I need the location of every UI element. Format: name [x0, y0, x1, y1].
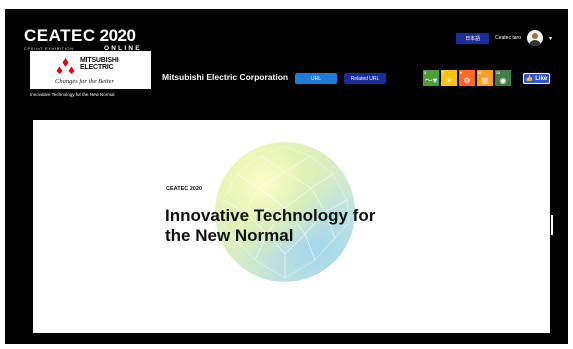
user-avatar-icon[interactable] [526, 30, 543, 46]
company-slogan: Changes for the Better [55, 78, 115, 85]
scrollbar[interactable] [551, 215, 553, 235]
sdg-7-icon: 7 ☀ [441, 70, 457, 86]
company-logo: MITSUBISHI ELECTRIC Changes for the Bett… [30, 51, 151, 89]
hero-headline: Innovative Technology for the New Normal [165, 206, 375, 246]
exhibitor-tagline: Innovative Technology for the New Normal [30, 92, 115, 97]
sdg-13-icon: 13 ◉ [495, 70, 511, 86]
company-logo-name: MITSUBISHI ELECTRIC [80, 57, 119, 71]
user-area: 日本語 Ceatec taro ▾ [456, 30, 552, 46]
sdg-3-icon: 3 〜♥ [423, 70, 439, 86]
like-button[interactable]: 👍 Like [523, 73, 550, 84]
hero-eyebrow: CEATEC 2020 [166, 186, 202, 192]
logo-year: 2020 [99, 26, 136, 45]
like-label: Like [535, 75, 548, 82]
hero-headline-line1: Innovative Technology for [165, 206, 376, 225]
url-button[interactable]: URL [295, 73, 337, 84]
three-diamonds-icon [56, 58, 75, 74]
user-name[interactable]: Ceatec taro [495, 35, 521, 41]
hero-banner: CEATEC 2020 Innovative Technology for th… [33, 120, 550, 333]
sdg-9-icon: 9 ⚙ [459, 70, 475, 86]
related-url-button[interactable]: Related URL [344, 73, 386, 84]
chevron-down-icon[interactable]: ▾ [549, 35, 552, 42]
company-name: Mitsubishi Electric Corporation [162, 72, 289, 82]
language-button[interactable]: 日本語 [456, 32, 490, 44]
logo-title: CEATEC [24, 26, 96, 45]
ceatec-logo[interactable]: CEATEC 2020 CPS/IoT EXHIBITION ONLINE [24, 26, 140, 52]
sdgs-icons: 3 〜♥ 7 ☀ 9 ⚙ 11 ▥ 13 ◉ [423, 70, 511, 86]
logo-name-line2: ELECTRIC [80, 63, 114, 71]
thumbs-up-icon: 👍 [525, 76, 534, 82]
sdg-11-icon: 11 ▥ [477, 70, 493, 86]
hero-headline-line2: the New Normal [165, 226, 294, 245]
